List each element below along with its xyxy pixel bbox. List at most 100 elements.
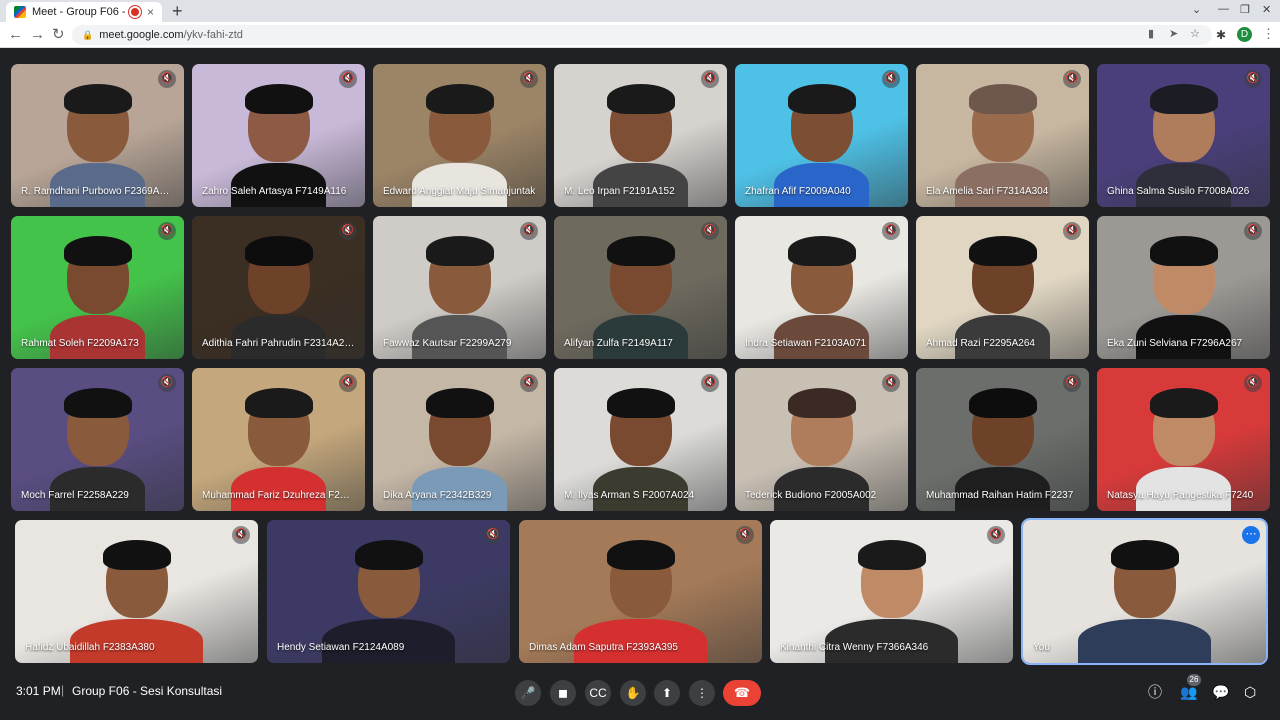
share-icon[interactable]: ➤ [1169, 27, 1178, 40]
camera-button[interactable]: ◼ [550, 680, 576, 706]
participant-tile[interactable]: 🔇 Tederick Budiono F2005A002 [735, 368, 908, 511]
participant-hair [63, 83, 132, 114]
meeting-controls-bar: 3:01 PM | Group F06 - Sesi Konsultasi 🎤 … [0, 668, 1280, 720]
participant-tile[interactable]: 🔇 Ahmad Razi F2295A264 [916, 216, 1089, 359]
participant-body [954, 315, 1051, 359]
participant-hair [244, 387, 313, 418]
participant-hair [1149, 387, 1218, 418]
address-bar[interactable]: 🔒 meet.google.com /ykv-fahi-ztd [72, 25, 1212, 45]
participant-name: Alifyan Zulfa F2149A117 [564, 338, 673, 349]
minimize-icon[interactable]: — [1218, 3, 1229, 15]
present-screen-button[interactable]: ⬆ [654, 680, 680, 706]
participant-name: Kinanthi Citra Wenny F7366A346 [780, 642, 929, 653]
people-icon[interactable]: 👥 [1180, 684, 1197, 700]
participant-body [1077, 619, 1212, 663]
participant-body [230, 467, 327, 511]
participant-hair [354, 539, 423, 570]
meeting-title: Group F06 - Sesi Konsultasi [72, 684, 223, 698]
leave-call-button[interactable]: ☎ [723, 680, 761, 706]
tab-search-icon[interactable]: ⌄ [1192, 3, 1201, 16]
mic-off-icon: 🔇 [701, 222, 719, 240]
participant-tile[interactable]: 🔇 Ghina Salma Susilo F7008A026 [1097, 64, 1270, 207]
lock-icon: 🔒 [82, 29, 94, 40]
mic-off-icon: 🔇 [339, 70, 357, 88]
participant-tile[interactable]: 🔇 Rahmat Soleh F2209A173 [11, 216, 184, 359]
mic-off-icon: 🔇 [701, 374, 719, 392]
more-options-button[interactable]: ⋮ [689, 680, 715, 706]
participant-tile[interactable]: 🔇 M. Ilyas Arman S F2007A024 [554, 368, 727, 511]
participant-hair [606, 539, 675, 570]
participant-tile[interactable]: 🔇 Edward Anggiat Maju Simanjuntak [373, 64, 546, 207]
participant-tile[interactable]: 🔇 Zahro Saleh Artasya F7149A116 [192, 64, 365, 207]
participant-tile[interactable]: 🔇 Ela Amelia Sari F7314A304 [916, 64, 1089, 207]
chat-icon[interactable]: 💬 [1212, 684, 1229, 700]
separator: | [61, 683, 65, 697]
participant-name: Eka Zuni Selviana F7296A267 [1107, 338, 1243, 349]
participant-tile[interactable]: 🔇 Indra Setiawan F2103A071 [735, 216, 908, 359]
window-close-icon[interactable]: ✕ [1262, 3, 1271, 16]
participant-tile[interactable]: 🔇 Muhammad Raihan Hatim F2237 [916, 368, 1089, 511]
bookmark-star-icon[interactable]: ☆ [1190, 27, 1200, 40]
mic-off-icon: 🔇 [520, 70, 538, 88]
participant-tile[interactable]: 🔇 R. Ramdhani Purbowo F2369A355 [11, 64, 184, 207]
self-video-tile[interactable]: ⋯ You [1021, 518, 1268, 665]
camera-in-use-icon[interactable]: ▮ [1148, 27, 1154, 40]
participant-body [573, 619, 708, 663]
participant-tile[interactable]: 🔇 Eka Zuni Selviana F7296A267 [1097, 216, 1270, 359]
browser-menu-icon[interactable]: ⋮ [1262, 26, 1275, 42]
participant-tile[interactable]: 🔇 Dimas Adam Saputra F2393A395 [519, 520, 762, 663]
participant-tile[interactable]: 🔇 Fawwaz Kautsar F2299A279 [373, 216, 546, 359]
participant-tile[interactable]: 🔇 Zhafran Afif F2009A040 [735, 64, 908, 207]
participant-body [411, 315, 508, 359]
mic-off-icon: 🔇 [484, 526, 502, 544]
reload-icon[interactable]: ↻ [52, 26, 65, 44]
participant-name: Adithia Fahri Pahrudin F2314A298 [202, 338, 355, 349]
participant-tile[interactable]: 🔇 Moch Farrel F2258A229 [11, 368, 184, 511]
participant-tile[interactable]: 🔇 Kinanthi Citra Wenny F7366A346 [770, 520, 1013, 663]
tab-close-icon[interactable]: × [147, 5, 154, 19]
mic-off-icon: 🔇 [882, 374, 900, 392]
participant-tile[interactable]: 🔇 Hafidz Ubaidillah F2383A380 [15, 520, 258, 663]
participant-hair [606, 83, 675, 114]
activities-icon[interactable]: ⬡ [1244, 684, 1256, 700]
restore-icon[interactable]: ❐ [1240, 3, 1250, 16]
new-tab-button[interactable]: + [172, 1, 183, 21]
tab-meet[interactable]: Meet - Group F06 - Ses × [6, 2, 162, 22]
meet-favicon-icon [14, 6, 26, 18]
url-host: meet.google.com [99, 29, 184, 41]
participant-body [49, 163, 146, 207]
mic-off-icon: 🔇 [1063, 70, 1081, 88]
microphone-button[interactable]: 🎤 [515, 680, 541, 706]
mic-off-icon: 🔇 [1244, 70, 1262, 88]
participant-hair [606, 387, 675, 418]
tile-options-icon[interactable]: ⋯ [1242, 526, 1260, 544]
participant-tile[interactable]: 🔇 Muhammad Fariz Dzuhreza F2170 [192, 368, 365, 511]
captions-button[interactable]: CC [585, 680, 611, 706]
forward-icon[interactable]: → [30, 26, 45, 44]
participant-body [773, 163, 870, 207]
participant-name: Dika Aryana F2342B329 [383, 490, 492, 501]
participant-tile[interactable]: 🔇 M. Leo Irpan F2191A152 [554, 64, 727, 207]
mic-off-icon: 🔇 [520, 374, 538, 392]
back-icon[interactable]: ← [8, 26, 23, 44]
participant-tile[interactable]: 🔇 Alifyan Zulfa F2149A117 [554, 216, 727, 359]
participant-hair [787, 387, 856, 418]
mic-off-icon: 🔇 [339, 374, 357, 392]
participant-tile[interactable]: 🔇 Natasya Hayu Pangestika F7240 [1097, 368, 1270, 511]
participant-tile[interactable]: 🔇 Dika Aryana F2342B329 [373, 368, 546, 511]
participant-hair [968, 387, 1037, 418]
participant-name: Zhafran Afif F2009A040 [745, 186, 851, 197]
participant-tile[interactable]: 🔇 Adithia Fahri Pahrudin F2314A298 [192, 216, 365, 359]
participant-tile[interactable]: 🔇 Hendy Setiawan F2124A089 [267, 520, 510, 663]
participant-body [592, 315, 689, 359]
participant-body [69, 619, 204, 663]
participant-body [592, 467, 689, 511]
participant-name: Fawwaz Kautsar F2299A279 [383, 338, 512, 349]
mic-off-icon: 🔇 [339, 222, 357, 240]
meeting-info-icon[interactable]: ⓘ [1148, 684, 1162, 700]
profile-avatar[interactable]: D [1237, 27, 1252, 42]
extensions-icon[interactable]: ✱ [1216, 28, 1226, 42]
participant-hair [244, 83, 313, 114]
participant-body [49, 315, 146, 359]
raise-hand-button[interactable]: ✋ [620, 680, 646, 706]
